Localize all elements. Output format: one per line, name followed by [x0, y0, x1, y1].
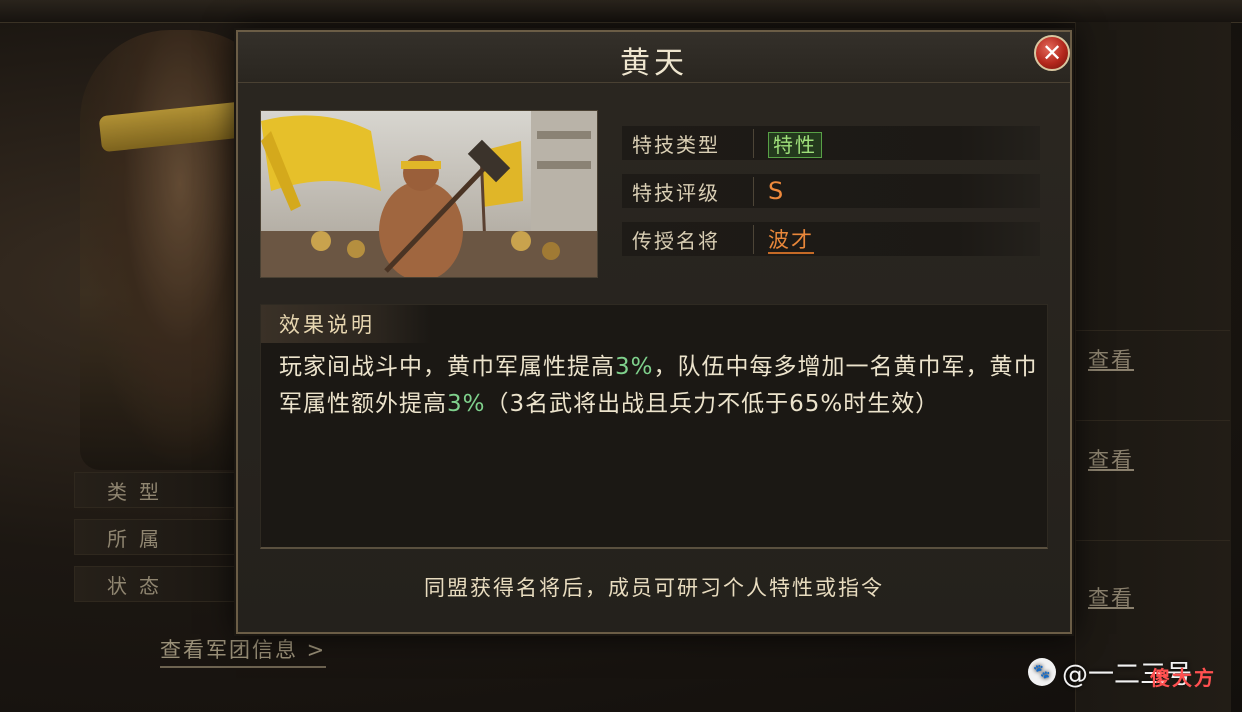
skill-type-value: 特性: [768, 131, 822, 158]
modal-title: 黄天: [620, 46, 688, 81]
effect-percent: 3%: [615, 354, 654, 380]
modal-header: 黄天: [238, 32, 1070, 83]
skill-illustration: [260, 110, 598, 278]
teacher-general-link[interactable]: 波才: [768, 228, 814, 254]
close-icon: ✕: [1041, 39, 1063, 67]
property-label: 传授名将: [622, 224, 754, 254]
effect-text-part: 玩家间战斗中，黄巾军属性提高: [279, 354, 615, 380]
watermark-stamp: 傻大方: [1150, 666, 1216, 690]
info-row-faction: 所属: [74, 519, 244, 555]
view-legion-info-link[interactable]: 查看军团信息 >: [160, 634, 327, 668]
effect-text-part: （3名武将出战且兵力不低于65%时生效）: [485, 391, 940, 417]
property-label: 特技类型: [622, 128, 754, 158]
close-button[interactable]: ✕: [1034, 35, 1070, 71]
view-button[interactable]: 查看: [1088, 344, 1134, 374]
info-label-type: 类型: [107, 479, 171, 504]
effect-description-box: 效果说明 玩家间战斗中，黄巾军属性提高3%，队伍中每多增加一名黄巾军，黄巾军属性…: [260, 304, 1048, 549]
property-row-skill-grade: 特技评级 S: [622, 174, 1040, 208]
info-row-type: 类型: [74, 472, 244, 508]
info-label-status: 状态: [107, 573, 171, 598]
property-row-teacher: 传授名将 波才: [622, 222, 1040, 256]
list-divider: [1075, 420, 1230, 421]
info-label-faction: 所属: [107, 526, 171, 551]
view-button[interactable]: 查看: [1088, 444, 1134, 474]
view-button[interactable]: 查看: [1088, 582, 1134, 612]
effect-text: 玩家间战斗中，黄巾军属性提高3%，队伍中每多增加一名黄巾军，黄巾军属性额外提高3…: [279, 349, 1039, 423]
effect-percent: 3%: [447, 391, 486, 417]
illustration-art: [261, 111, 597, 277]
effect-title: 效果说明: [261, 305, 431, 343]
list-divider: [1075, 330, 1230, 331]
skill-detail-modal: 黄天 ✕ 特技类型 特性 特技评级 S 传授名将 波才 效果说明 玩家间战斗中，…: [236, 30, 1072, 634]
list-divider: [1075, 540, 1230, 541]
top-bar: [0, 0, 1242, 23]
property-label: 特技评级: [622, 176, 754, 206]
skill-grade-value: S: [768, 177, 784, 205]
property-row-skill-type: 特技类型 特性: [622, 126, 1040, 160]
footer-note: 同盟获得名将后，成员可研习个人特性或指令: [424, 576, 884, 600]
paw-icon: 🐾: [1028, 658, 1056, 686]
info-row-status: 状态: [74, 566, 244, 602]
